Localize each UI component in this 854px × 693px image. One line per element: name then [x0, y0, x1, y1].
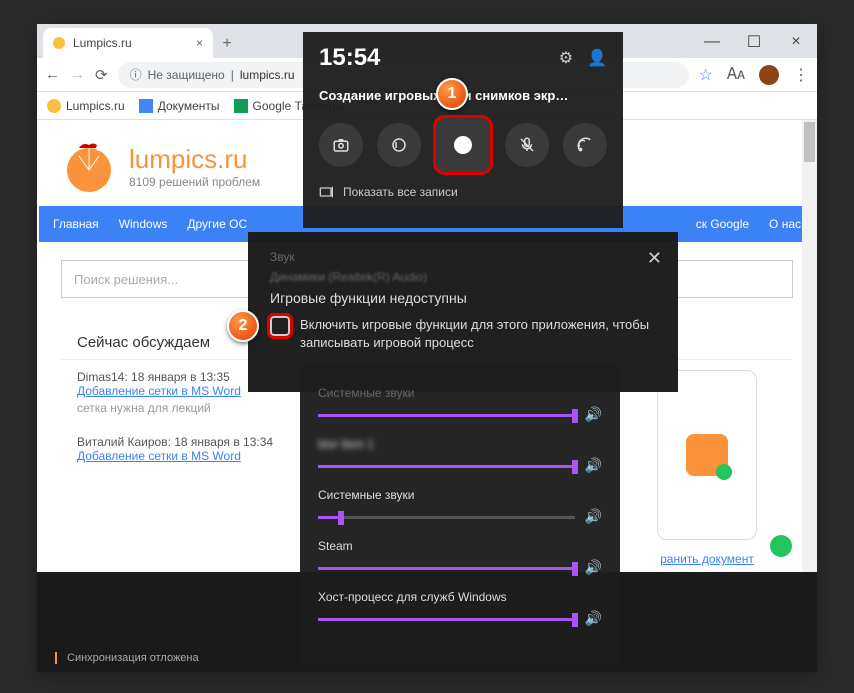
- mixer-item: Системные звуки 🔊: [318, 386, 602, 423]
- disabled-device-label: Динамики (Realtek(R) Audio): [270, 270, 656, 284]
- browser-tab[interactable]: Lumpics.ru ×: [43, 28, 213, 58]
- volume-slider[interactable]: [318, 516, 575, 519]
- side-link[interactable]: ранить документ: [660, 552, 754, 566]
- bookmark-label: Lumpics.ru: [66, 99, 125, 113]
- broadcast-button[interactable]: [563, 123, 607, 167]
- side-promo: ранить документ а iPhone: [627, 370, 787, 586]
- profile-avatar[interactable]: [759, 65, 779, 85]
- window-controls: — ☐ ×: [691, 26, 817, 58]
- mixer-item: blur item 1 🔊: [318, 437, 602, 474]
- bookmark-item[interactable]: Lumpics.ru: [47, 99, 125, 113]
- url-text: lumpics.ru: [240, 68, 295, 82]
- record-icon: [454, 136, 472, 154]
- discuss-link[interactable]: Добавление сетки в MS Word: [77, 449, 241, 463]
- site-subtitle: 8109 решений проблем: [129, 175, 260, 189]
- bookmark-icon: [234, 99, 248, 113]
- discuss-link[interactable]: Добавление сетки в MS Word: [77, 384, 241, 398]
- mixer-label: Хост-процесс для служб Windows: [318, 590, 602, 604]
- capture-toolbar: [319, 117, 607, 173]
- screenshot-button[interactable]: [319, 123, 363, 167]
- nav-item[interactable]: Windows: [109, 217, 178, 231]
- volume-slider[interactable]: [318, 618, 575, 621]
- mixer-label: blur item 1: [318, 437, 602, 451]
- mixer-item: Хост-процесс для служб Windows 🔊: [318, 590, 602, 627]
- disabled-section-label: Звук: [270, 250, 656, 264]
- mixer-label: Системные звуки: [318, 386, 602, 400]
- recordings-icon: [319, 185, 335, 199]
- security-label: Не защищено: [148, 68, 225, 82]
- close-tab-icon[interactable]: ×: [196, 36, 203, 50]
- volume-slider[interactable]: [318, 465, 575, 468]
- minimize-button[interactable]: —: [691, 26, 733, 58]
- speaker-icon[interactable]: 🔊: [585, 610, 602, 627]
- bookmark-icon: [139, 99, 153, 113]
- tab-title: Lumpics.ru: [73, 36, 132, 50]
- reload-button[interactable]: ⟳: [95, 66, 108, 84]
- site-logo: [61, 138, 117, 194]
- mic-button[interactable]: [505, 123, 549, 167]
- speaker-icon[interactable]: 🔊: [585, 508, 602, 525]
- show-all-label: Показать все записи: [343, 185, 458, 199]
- site-title: lumpics.ru: [129, 144, 260, 175]
- shield-icon[interactable]: [770, 535, 792, 557]
- maximize-button[interactable]: ☐: [733, 26, 775, 58]
- gamebar-capture-widget: 15:54 ⚙ 👤 Создание игровых ов и снимков …: [303, 32, 623, 228]
- enable-game-features-checkbox[interactable]: [270, 316, 290, 336]
- account-icon[interactable]: 👤: [587, 48, 607, 68]
- annotation-marker-1: 1: [436, 78, 468, 110]
- nav-item[interactable]: ск Google: [686, 217, 759, 231]
- info-icon: ⓘ: [130, 66, 142, 83]
- back-button[interactable]: ←: [45, 66, 60, 83]
- modal-text: Включить игровые функции для этого прило…: [300, 316, 656, 351]
- phone-illustration: [657, 370, 757, 540]
- sync-status: Синхронизация отложена: [55, 652, 199, 664]
- clock: 15:54: [319, 44, 380, 72]
- new-tab-button[interactable]: +: [213, 30, 241, 58]
- volume-slider[interactable]: [318, 567, 575, 570]
- volume-slider[interactable]: [318, 414, 575, 417]
- star-icon[interactable]: ☆: [699, 65, 713, 85]
- menu-icon[interactable]: ⋮: [793, 65, 809, 85]
- mixer-label: Системные звуки: [318, 488, 602, 502]
- settings-icon[interactable]: ⚙: [559, 48, 573, 68]
- nav-item[interactable]: Главная: [43, 217, 109, 231]
- forward-button[interactable]: →: [70, 66, 85, 83]
- mixer-item: Системные звуки 🔊: [318, 488, 602, 525]
- speaker-icon[interactable]: 🔊: [585, 457, 602, 474]
- gamebar-audio-widget: Системные звуки 🔊 blur item 1 🔊 Системны…: [300, 364, 620, 664]
- nav-item[interactable]: Другие ОС: [177, 217, 257, 231]
- modal-close-button[interactable]: ✕: [647, 248, 662, 269]
- bookmark-icon: [47, 99, 61, 113]
- record-last-button[interactable]: [377, 123, 421, 167]
- close-window-button[interactable]: ×: [775, 26, 817, 58]
- bookmark-item[interactable]: Документы: [139, 99, 220, 113]
- mixer-label: Steam: [318, 539, 602, 553]
- record-button[interactable]: [435, 117, 491, 173]
- favicon: [53, 37, 65, 49]
- translate-icon[interactable]: 🗛: [727, 66, 745, 84]
- show-all-recordings[interactable]: Показать все записи: [319, 185, 607, 199]
- bookmark-label: Документы: [158, 99, 220, 113]
- modal-heading: Игровые функции недоступны: [270, 290, 656, 306]
- annotation-marker-2: 2: [227, 310, 259, 342]
- speaker-icon[interactable]: 🔊: [585, 559, 602, 576]
- speaker-icon[interactable]: 🔊: [585, 406, 602, 423]
- mixer-item: Steam 🔊: [318, 539, 602, 576]
